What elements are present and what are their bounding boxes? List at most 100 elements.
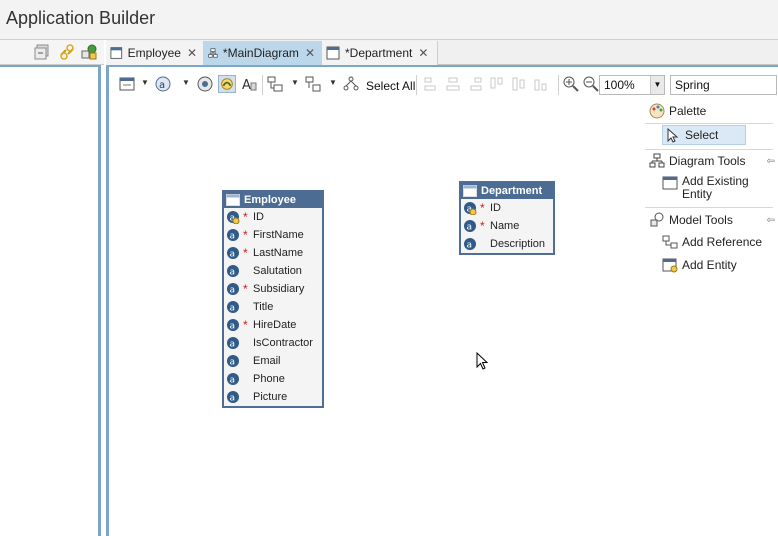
tab-main-diagram[interactable]: *MainDiagram ✕ (204, 41, 322, 65)
entity-icon (226, 194, 240, 206)
show-attributes-icon[interactable] (196, 75, 214, 93)
align-top-icon (490, 77, 503, 89)
entity-attribute-row[interactable]: a IsContractor (224, 334, 322, 352)
attribute-name: Phone (253, 373, 285, 385)
entity-icon (662, 176, 678, 190)
entity-attribute-row[interactable]: a * Subsidiary (224, 280, 322, 298)
collapse-all-icon[interactable] (33, 43, 51, 61)
attribute-icon: a (227, 229, 239, 242)
entity-attribute-list: a * ID a * Name a Description (461, 199, 553, 253)
close-icon[interactable]: ✕ (305, 46, 315, 60)
arrange-icon[interactable] (266, 75, 284, 93)
tab-department[interactable]: *Department ✕ (322, 41, 438, 65)
chevron-down-icon[interactable]: ▼ (650, 76, 664, 94)
add-entity-icon (662, 258, 678, 273)
select-tool-label: Select (685, 128, 719, 142)
collapse-drawer-icon[interactable]: ⇦ (767, 215, 775, 226)
diagram-tools-drawer[interactable]: Diagram Tools (649, 153, 745, 169)
tab-employee[interactable]: Employee ✕ (106, 41, 204, 65)
diagram-editor[interactable]: ▼ a ▼ A ▼ ▼ Select All 100% ▼ Spring Pal… (106, 65, 778, 536)
align-bottom-icon (534, 79, 547, 91)
svg-text:a: a (230, 322, 236, 332)
model-explorer-icon[interactable] (80, 43, 98, 61)
svg-text:a: a (230, 358, 236, 368)
svg-text:a: a (230, 376, 236, 386)
tab-label: *Department (345, 46, 413, 60)
attribute-name: Email (253, 355, 281, 367)
attribute-icon: a (464, 220, 476, 233)
align-middle-icon (512, 77, 525, 91)
attribute-icon: a (227, 373, 239, 386)
entity-employee[interactable]: Employee a * ID a * FirstName a * LastName a Salut… (222, 190, 324, 408)
svg-text:a: a (230, 286, 236, 296)
entity-attribute-row[interactable]: a * FirstName (224, 226, 322, 244)
attribute-name: IsContractor (253, 337, 313, 349)
entity-attribute-row[interactable]: a * HireDate (224, 316, 322, 334)
attribute-icon: a (227, 319, 239, 332)
app-title: Application Builder (6, 8, 156, 28)
align-icon[interactable] (304, 75, 322, 93)
editor-tab-bar: Employee ✕ *MainDiagram ✕ *Department ✕ (106, 40, 778, 65)
zoom-level-select[interactable]: 100% ▼ (599, 75, 665, 95)
svg-text:a: a (159, 80, 165, 91)
palette-icon (649, 103, 665, 119)
entity-department[interactable]: Department a * ID a * Name a Description (459, 181, 555, 255)
left-panel-content (0, 65, 101, 536)
collapse-drawer-icon[interactable]: ⇦ (767, 156, 775, 167)
entity-attribute-row[interactable]: a * LastName (224, 244, 322, 262)
svg-text:A: A (242, 78, 251, 93)
entity-attribute-row[interactable]: a * ID (461, 199, 553, 217)
attribute-icon: a (227, 355, 239, 368)
theme-value: Spring (675, 78, 710, 92)
toolbar-divider (262, 75, 263, 95)
attribute-name: Picture (253, 391, 288, 403)
attribute-icon: a (227, 283, 239, 296)
close-icon[interactable]: ✕ (187, 46, 197, 60)
close-icon[interactable]: ✕ (418, 46, 428, 60)
palette-add-existing-entity[interactable]: Add Existing Entity (662, 175, 752, 201)
attribute-icon: a (227, 337, 239, 350)
entity-attribute-row[interactable]: a Title (224, 298, 322, 316)
entity-attribute-row[interactable]: a Salutation (224, 262, 322, 280)
entity-attribute-row[interactable]: a * Name (461, 217, 553, 235)
palette-add-entity[interactable]: Add Entity (662, 257, 737, 273)
palette-divider (645, 123, 773, 124)
chevron-down-icon[interactable]: ▼ (329, 78, 337, 87)
theme-select[interactable]: Spring (670, 75, 777, 95)
toolbar-divider (416, 75, 417, 95)
add-attribute-tool-icon[interactable]: a (154, 75, 172, 93)
add-reference-label: Add Reference (682, 235, 763, 249)
diagram-toolbar: ▼ a ▼ A ▼ ▼ Select All 100% ▼ Spring (112, 71, 777, 99)
entity-name: Department (481, 185, 543, 197)
diagram-tools-label: Diagram Tools (669, 154, 746, 168)
tab-label: Employee (127, 46, 181, 60)
entity-attribute-row[interactable]: a Description (461, 235, 553, 253)
svg-text:a: a (230, 268, 236, 278)
reference-icon (662, 235, 678, 249)
attribute-name: Name (490, 220, 520, 232)
link-with-editor-icon[interactable] (58, 43, 76, 61)
entity-attribute-row[interactable]: a Picture (224, 388, 322, 406)
attribute-name: Subsidiary (253, 283, 305, 295)
add-entity-tool-icon[interactable] (118, 75, 136, 93)
chevron-down-icon[interactable]: ▼ (291, 78, 299, 87)
chevron-down-icon[interactable]: ▼ (182, 78, 190, 87)
zoom-in-icon[interactable] (562, 75, 580, 93)
entity-attribute-row[interactable]: a Email (224, 352, 322, 370)
chevron-down-icon[interactable]: ▼ (141, 78, 149, 87)
layout-toggle-icon[interactable] (218, 75, 236, 93)
select-all-button[interactable]: Select All (366, 79, 415, 93)
model-tools-drawer[interactable]: Model Tools (649, 212, 733, 228)
font-style-icon[interactable]: A (240, 75, 258, 93)
entity-header: Department (461, 183, 553, 199)
required-marker: * (480, 219, 485, 233)
palette-header[interactable]: Palette (649, 103, 706, 119)
zoom-out-icon[interactable] (582, 75, 600, 93)
pointer-icon (667, 127, 679, 143)
auto-layout-icon[interactable] (342, 75, 360, 93)
palette-add-reference[interactable]: Add Reference (662, 234, 762, 250)
palette-select-tool[interactable]: Select (662, 125, 746, 145)
entity-attribute-row[interactable]: a Phone (224, 370, 322, 388)
entity-icon (463, 185, 477, 197)
entity-attribute-row[interactable]: a * ID (224, 208, 322, 226)
